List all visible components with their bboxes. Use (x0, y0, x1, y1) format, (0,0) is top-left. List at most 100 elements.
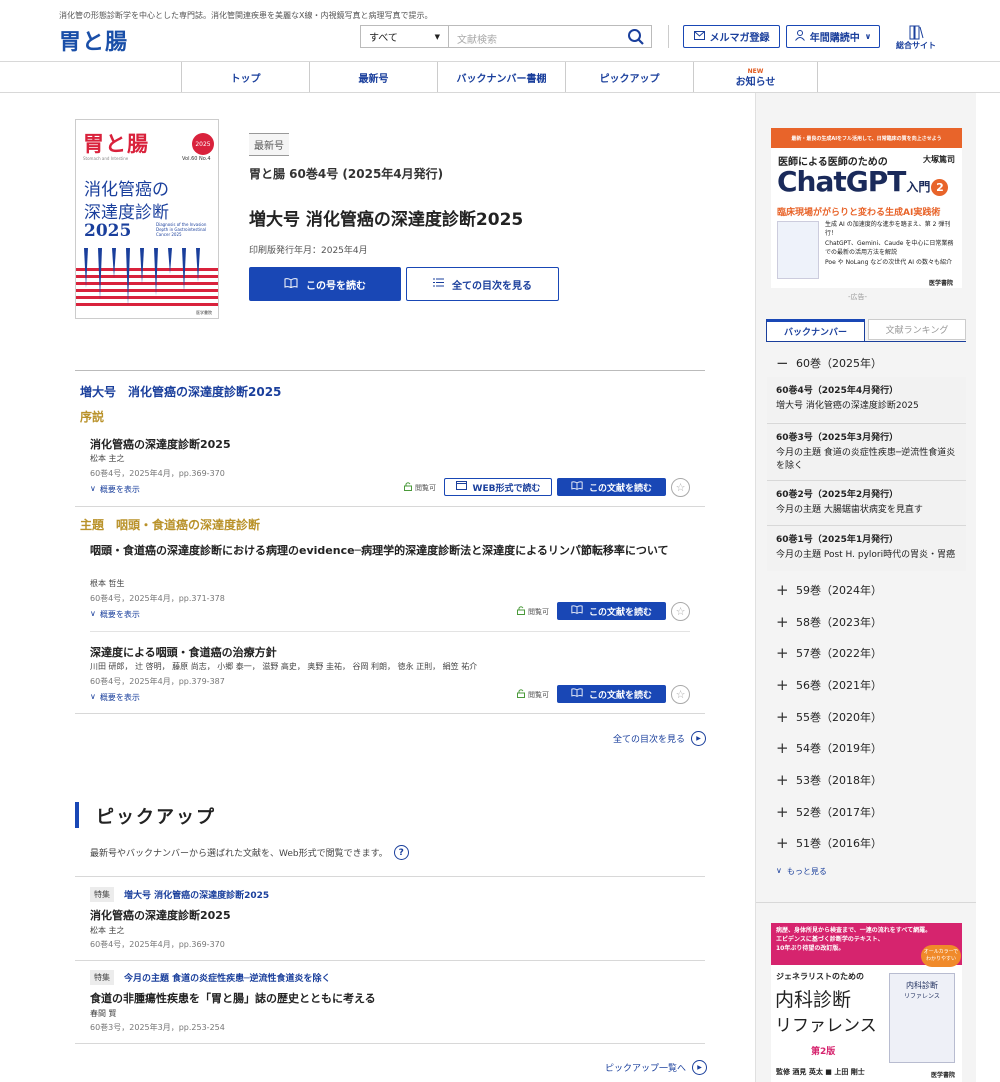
newsletter-label: メルマガ登録 (709, 33, 770, 44)
issue-line: 胃と腸 60巻4号 (2025年4月発行) (249, 167, 444, 181)
unlock-icon (517, 606, 525, 617)
ad-bullet: 生成 AI の加速度的な進歩を踏まえ、第 2 弾刊行！ (825, 221, 951, 237)
ad-label: -広告- (848, 293, 868, 301)
arrow-circle-icon: ▶ (691, 731, 707, 746)
tab-backnumber[interactable]: バックナンバー (766, 319, 865, 341)
nav-news[interactable]: NEW お知らせ (693, 62, 818, 92)
web-read-label: WEB形式で読む (472, 483, 541, 494)
article-meta: 60巻4号，2025年4月，pp.369-370 (90, 469, 225, 478)
volume-60-header[interactable]: −60巻（2025年） (776, 354, 882, 372)
pickup-article-title[interactable]: 食道の非腫瘍性疾患を「胃と腸」誌の歴史とともに考える (90, 990, 376, 1006)
volume-item[interactable]: +57巻（2022年） (776, 644, 882, 662)
pickup-article-title[interactable]: 消化管癌の深達度診断2025 (90, 907, 231, 923)
volume-item[interactable]: +54巻（2019年） (776, 739, 882, 757)
ad2-badge: オールカラーでわかりやすい (921, 945, 961, 967)
volume-item[interactable]: +52巻（2017年） (776, 803, 882, 821)
article-title[interactable]: 咽頭・食道癌の深達度診断における病理のevidence─病理学的深達度診断法と深… (90, 542, 690, 559)
search-scope-select[interactable]: すべて ▼ (360, 25, 448, 48)
minus-icon: − (776, 354, 789, 372)
view-toc-button[interactable]: 全ての目次を見る (406, 267, 559, 301)
backnumber-issue[interactable]: 60巻3号（2025年3月発行） 今月の主題 食道の炎症性疾患─逆流性食道炎を除… (767, 424, 966, 480)
pickup-all-link[interactable]: ピックアップ一覧へ ▶ (605, 1060, 708, 1075)
chevron-down-icon: ∨ (90, 484, 96, 493)
portal-label: 総合サイト (896, 41, 936, 50)
abstract-toggle[interactable]: ∨ 概要を表示 (90, 484, 140, 495)
issue-desc: 今月の主題 Post H. pylori時代の胃炎・胃癌 (776, 550, 956, 560)
volume-item[interactable]: +51巻（2016年） (776, 834, 882, 852)
access-label: 閲覧可 (528, 607, 549, 616)
nav-backnumber[interactable]: バックナンバー書棚 (437, 62, 565, 92)
read-issue-button[interactable]: この号を読む (249, 267, 401, 301)
site-logo[interactable]: 胃と腸 (59, 24, 128, 56)
book-open-icon (571, 605, 583, 617)
volume-label: 51巻（2016年） (796, 837, 882, 850)
cover-subtitle-en: Diagnosis of the Invasion Depth in Gastr… (156, 222, 207, 237)
article-title[interactable]: 深達度による咽頭・食道癌の治療方針 (90, 644, 277, 660)
portal-site-link[interactable]: 総合サイト (893, 24, 939, 51)
read-article-button[interactable]: この文献を読む (557, 602, 666, 620)
pickup-divider (75, 960, 705, 961)
chatgpt-book-ad[interactable]: 最新・最良の生成AIをフル活用して、日常臨床の質を向上させよう 医師による医師の… (771, 128, 962, 288)
issue-label: 60巻4号（2025年4月発行） (776, 386, 899, 396)
article-title[interactable]: 消化管癌の深達度診断2025 (90, 436, 231, 452)
issue-desc: 今月の主題 食道の炎症性疾患─逆流性食道炎を除く (776, 448, 956, 471)
article-meta: 60巻4号，2025年4月，pp.379-387 (90, 677, 225, 686)
volume-item[interactable]: +55巻（2020年） (776, 708, 882, 726)
volume-item[interactable]: +59巻（2024年） (776, 581, 882, 599)
pickup-description: 最新号やバックナンバーから選ばれた文献を、Web形式で閲覧できます。 ? (90, 845, 409, 860)
issue-cover[interactable]: 胃と腸 Stomach and Intestine 2025 Vol.60 No… (75, 119, 219, 319)
ad-title-main: ChatGPT (777, 165, 906, 198)
volume-item[interactable]: +58巻（2023年） (776, 613, 882, 631)
ad-subtitle: 臨床現場ががらりと変わる生成AI実践術 (777, 208, 941, 218)
plus-icon: + (776, 644, 789, 662)
abstract-toggle[interactable]: ∨ 概要を表示 (90, 609, 140, 620)
pickup-authors: 松本 主之 (90, 926, 125, 935)
subscription-dropdown[interactable]: 年間購読中 ∨ (786, 25, 880, 48)
backnumber-issue[interactable]: 60巻2号（2025年2月発行） 今月の主題 大腸鋸歯状病変を見直す (767, 481, 966, 525)
nav-pickup[interactable]: ピックアップ (565, 62, 693, 92)
read-article-label: この文献を読む (588, 607, 652, 618)
nav-news-label: お知らせ (735, 77, 776, 88)
pickup-accent-bar (75, 802, 79, 828)
favorite-star-icon[interactable]: ☆ (671, 685, 690, 704)
abstract-toggle[interactable]: ∨ 概要を表示 (90, 692, 140, 703)
plus-icon: + (776, 581, 789, 599)
read-article-button[interactable]: この文献を読む (557, 685, 666, 703)
access-badge: 閲覧可 (517, 606, 549, 617)
pickup-feature[interactable]: 今月の主題 食道の炎症性疾患─逆流性食道炎を除く (124, 971, 331, 984)
volume-item[interactable]: +53巻（2018年） (776, 771, 882, 789)
toc-group-heading: 主題 咽頭・食道癌の深達度診断 (80, 518, 261, 532)
pickup-all-label: ピックアップ一覧へ (605, 1064, 687, 1074)
favorite-star-icon[interactable]: ☆ (671, 602, 690, 621)
favorite-star-icon[interactable]: ☆ (671, 478, 690, 497)
pickup-feature[interactable]: 増大号 消化管癌の深達度診断2025 (124, 888, 269, 901)
access-badge: 閲覧可 (517, 689, 549, 700)
toc-group-heading: 序説 (80, 410, 105, 424)
user-icon (794, 29, 805, 44)
read-article-button[interactable]: この文献を読む (557, 478, 666, 496)
backnumber-issue[interactable]: 60巻4号（2025年4月発行） 増大号 消化管癌の深達度診断2025 (767, 377, 966, 422)
nav-top[interactable]: トップ (181, 62, 309, 92)
tab-ranking[interactable]: 文献ランキング (868, 319, 966, 340)
ad2-editors: 監修 酒見 英太 ■ 上田 剛士 (776, 1068, 865, 1076)
pickup-title: ピックアップ (96, 807, 216, 828)
show-more-link[interactable]: ∨ もっと見る (776, 866, 827, 877)
arrow-circle-icon: ▶ (692, 1060, 708, 1075)
newsletter-button[interactable]: メルマガ登録 (683, 25, 780, 48)
nav-latest[interactable]: 最新号 (309, 62, 437, 92)
article-authors: 川田 研郎， 辻 啓明， 藤原 尚志， 小郷 泰一， 滋野 高史， 奥野 圭祐，… (90, 662, 478, 671)
internal-medicine-book-ad[interactable]: 病歴、身体所見から検査まで、一連の流れをすべて網羅。 エビデンスに基づく診断学の… (771, 923, 962, 1082)
search-icon[interactable] (627, 28, 645, 46)
article-meta: 60巻4号，2025年4月，pp.371-378 (90, 594, 225, 603)
help-icon[interactable]: ? (393, 845, 409, 860)
site-tagline: 消化管の形態診断学を中心とした専門誌。消化管関連疾患を美麗なX線・内視鏡写真と病… (59, 11, 433, 20)
ad2-book-sub: リファレンス (904, 993, 940, 1000)
volume-item[interactable]: +56巻（2021年） (776, 676, 882, 694)
caret-down-icon: ▼ (434, 32, 440, 41)
plus-icon: + (776, 739, 789, 757)
ad-bullet: Poe や NoLang などの次世代 AI の数々も紹介 (825, 259, 952, 266)
search-input[interactable]: 文献検索 (448, 25, 652, 48)
backnumber-issue[interactable]: 60巻1号（2025年1月発行） 今月の主題 Post H. pylori時代の… (767, 526, 966, 571)
all-toc-link[interactable]: 全ての目次を見る ▶ (613, 731, 707, 746)
web-read-button[interactable]: WEB形式で読む (444, 478, 552, 496)
